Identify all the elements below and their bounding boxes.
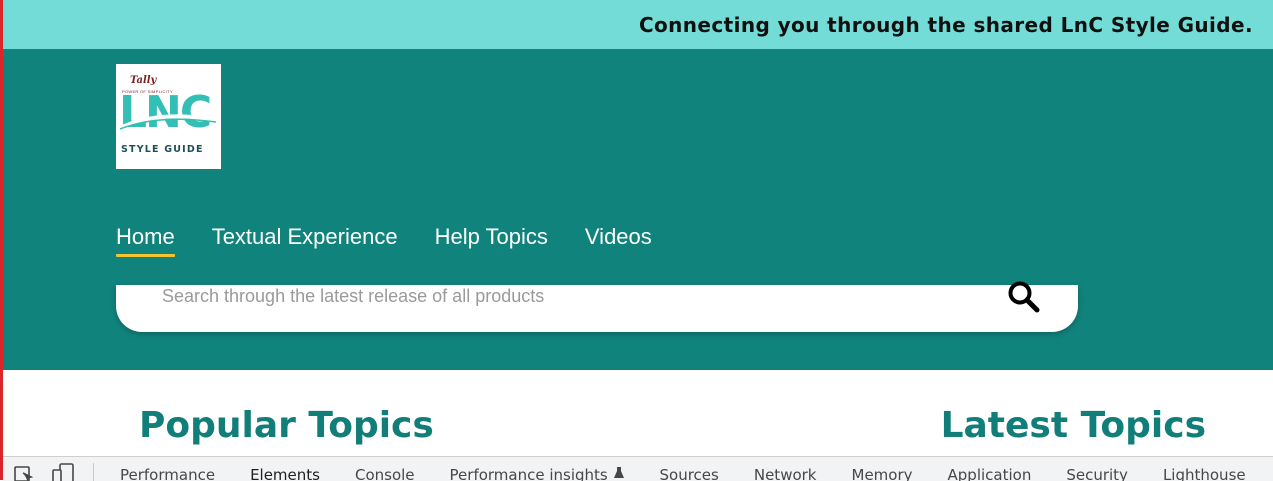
devtools-tab-security[interactable]: Security [1066,466,1128,481]
devtools-separator [93,463,94,481]
banner-text: Connecting you through the shared LnC St… [638,13,1253,37]
nav-item-help-topics[interactable]: Help Topics [435,224,548,256]
nav-item-home[interactable]: Home [116,224,175,257]
devtools-tab-network[interactable]: Network [754,466,817,481]
devtools-tab-lighthouse[interactable]: Lighthouse [1163,466,1246,481]
search-icon[interactable] [1006,279,1042,315]
devtools-tab-elements[interactable]: Elements [250,466,320,481]
search-input[interactable] [162,285,982,307]
latest-topics-heading: Latest Topics [940,405,1206,446]
logo-brand: Tally [130,75,157,86]
flask-icon [613,467,624,478]
devtools-tab-memory[interactable]: Memory [852,466,913,481]
devtools-tab-console[interactable]: Console [355,466,415,481]
top-banner: Connecting you through the shared LnC St… [3,0,1273,49]
devtools-tab-performance-insights-label: Performance insights [449,466,608,481]
inspect-element-icon[interactable] [13,465,35,481]
logo-swoosh-icon [119,114,217,130]
search-bar [116,281,1078,332]
devtools-tabbar: Performance Elements Console Performance… [3,456,1273,481]
nav-item-videos[interactable]: Videos [585,224,652,256]
devtools-tab-performance-insights[interactable]: Performance insights [450,466,625,481]
popular-topics-heading: Popular Topics [139,405,434,446]
hero-header: Tally POWER OF SIMPLICITY LNC STYLE GUID… [3,49,1273,370]
logo-subtitle: STYLE GUIDE [121,144,204,155]
devtools-tabs: Performance Elements Console Performance… [120,466,1273,481]
window-edge [0,0,3,480]
site-logo[interactable]: Tally POWER OF SIMPLICITY LNC STYLE GUID… [116,64,221,169]
devtools-tab-performance[interactable]: Performance [120,466,215,481]
main-nav: Home Textual Experience Help Topics Vide… [116,224,652,257]
devtools-tab-application[interactable]: Application [948,466,1032,481]
device-toolbar-icon[interactable] [51,463,77,481]
nav-item-textual-experience[interactable]: Textual Experience [212,224,398,256]
devtools-tab-sources[interactable]: Sources [660,466,719,481]
